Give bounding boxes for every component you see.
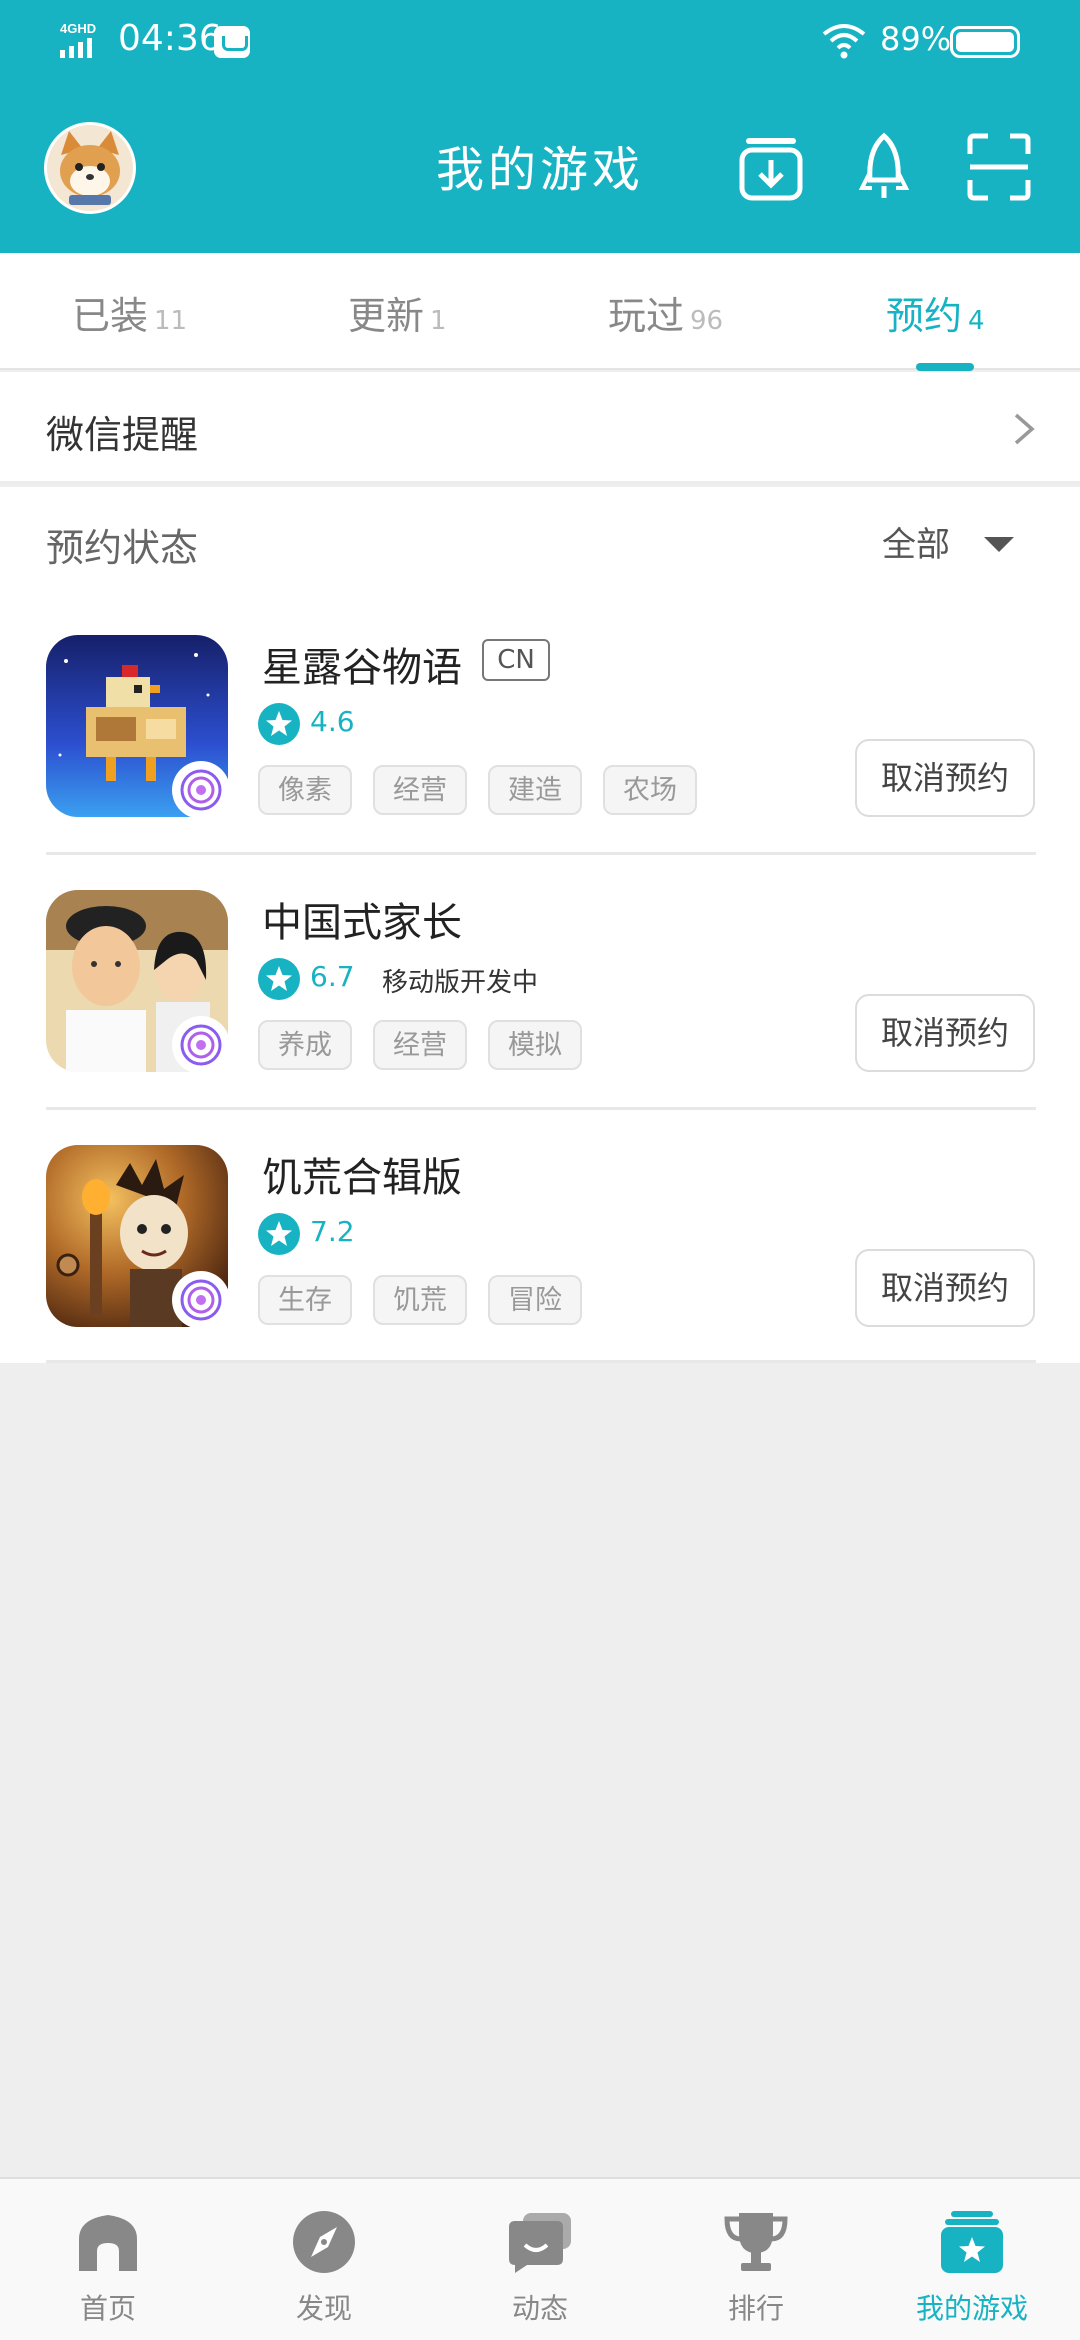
game-title: 中国式家长	[262, 900, 462, 946]
app-header: 4GHD 04:36 89% 我的游戏	[0, 0, 1080, 253]
divider	[46, 852, 1036, 855]
star-icon	[258, 958, 300, 1000]
game-rating: 4.6	[310, 705, 355, 738]
bottom-navigation: 首页 发现 动态 排行 我的游戏	[0, 2177, 1080, 2340]
game-status-note: 移动版开发中	[382, 968, 539, 998]
game-title: 星露谷物语	[262, 645, 462, 691]
region-badge: CN	[482, 639, 550, 681]
reservation-list: 预约状态 全部 星露谷物语 CN 4.6 像素 经营 建造 农场 取消预约 中国…	[0, 487, 1080, 1363]
compass-icon	[293, 2211, 355, 2273]
battery-percent: 89%	[880, 20, 952, 58]
nav-label: 发现	[295, 2292, 352, 2325]
tab-label: 更新	[348, 294, 425, 338]
tab-label: 玩过	[608, 294, 685, 338]
game-tag[interactable]: 经营	[373, 1020, 467, 1070]
game-title: 饥荒合辑版	[262, 1155, 462, 1201]
reservation-badge-icon	[172, 1271, 230, 1329]
tab-updates[interactable]: 更新 1	[348, 285, 447, 340]
title-bar: 我的游戏	[0, 82, 1080, 253]
wechat-reminder-label: 微信提醒	[46, 413, 199, 457]
tab-count: 11	[154, 306, 188, 336]
game-rating: 6.7	[310, 960, 355, 993]
active-tab-indicator	[916, 363, 974, 371]
game-rating: 7.2	[310, 1215, 355, 1248]
nav-feed[interactable]: 动态	[432, 2179, 648, 2340]
network-type: 4GHD	[60, 21, 96, 36]
nav-discover[interactable]: 发现	[216, 2179, 432, 2340]
scan-icon[interactable]	[966, 132, 1032, 202]
wechat-reminder-row[interactable]: 微信提醒	[0, 372, 1080, 484]
signal-icon: 4GHD	[60, 21, 96, 58]
status-time: 04:36	[118, 18, 222, 59]
game-tag[interactable]: 养成	[258, 1020, 352, 1070]
tab-count: 4	[968, 306, 985, 336]
nav-label: 我的游戏	[915, 2292, 1028, 2325]
tab-count: 96	[690, 306, 724, 336]
status-bar: 4GHD 04:36 89%	[0, 0, 1080, 82]
filter-label: 预约状态	[46, 526, 199, 570]
trophy-icon	[724, 2213, 788, 2271]
tab-bar: 已装 11 更新 1 玩过 96 预约 4	[0, 253, 1080, 371]
reservation-badge-icon	[172, 761, 230, 819]
game-tag[interactable]: 饥荒	[373, 1275, 467, 1325]
caret-down-icon[interactable]	[984, 537, 1014, 552]
tab-installed[interactable]: 已装 11	[72, 285, 187, 340]
nav-label: 排行	[727, 2292, 784, 2325]
divider	[46, 1360, 1036, 1363]
chat-icon	[509, 2213, 571, 2273]
cancel-reservation-button[interactable]: 取消预约	[855, 994, 1035, 1072]
game-tag[interactable]: 像素	[258, 765, 352, 815]
game-tag[interactable]: 模拟	[488, 1020, 582, 1070]
wifi-icon	[822, 24, 866, 59]
download-icon[interactable]	[738, 132, 804, 202]
filter-dropdown[interactable]: 全部	[882, 517, 950, 566]
cancel-reservation-button[interactable]: 取消预约	[855, 739, 1035, 817]
nav-ranking[interactable]: 排行	[648, 2179, 864, 2340]
page-title: 我的游戏	[435, 142, 644, 198]
game-tag[interactable]: 冒险	[488, 1275, 582, 1325]
nav-home[interactable]: 首页	[0, 2179, 216, 2340]
game-tag[interactable]: 生存	[258, 1275, 352, 1325]
battery-icon	[950, 26, 1020, 58]
star-icon	[258, 1213, 300, 1255]
nav-label: 首页	[79, 2292, 136, 2325]
game-tag[interactable]: 建造	[488, 765, 582, 815]
rocket-icon[interactable]	[856, 132, 912, 202]
tab-label: 已装	[72, 294, 149, 338]
home-icon	[79, 2215, 137, 2271]
tab-reserved[interactable]: 预约 4	[886, 285, 985, 340]
chevron-right-icon	[1014, 413, 1035, 445]
nav-my-games[interactable]: 我的游戏	[864, 2179, 1080, 2340]
message-notification-icon	[214, 26, 250, 58]
divider	[46, 1107, 1036, 1110]
tab-played[interactable]: 玩过 96	[608, 285, 723, 340]
cancel-reservation-button[interactable]: 取消预约	[855, 1249, 1035, 1327]
tab-label: 预约	[886, 294, 963, 338]
game-tag[interactable]: 农场	[603, 765, 697, 815]
star-icon	[258, 703, 300, 745]
my-games-icon	[941, 2211, 1003, 2273]
game-tag[interactable]: 经营	[373, 765, 467, 815]
reservation-badge-icon	[172, 1016, 230, 1074]
tab-count: 1	[430, 306, 447, 336]
nav-label: 动态	[511, 2292, 568, 2325]
